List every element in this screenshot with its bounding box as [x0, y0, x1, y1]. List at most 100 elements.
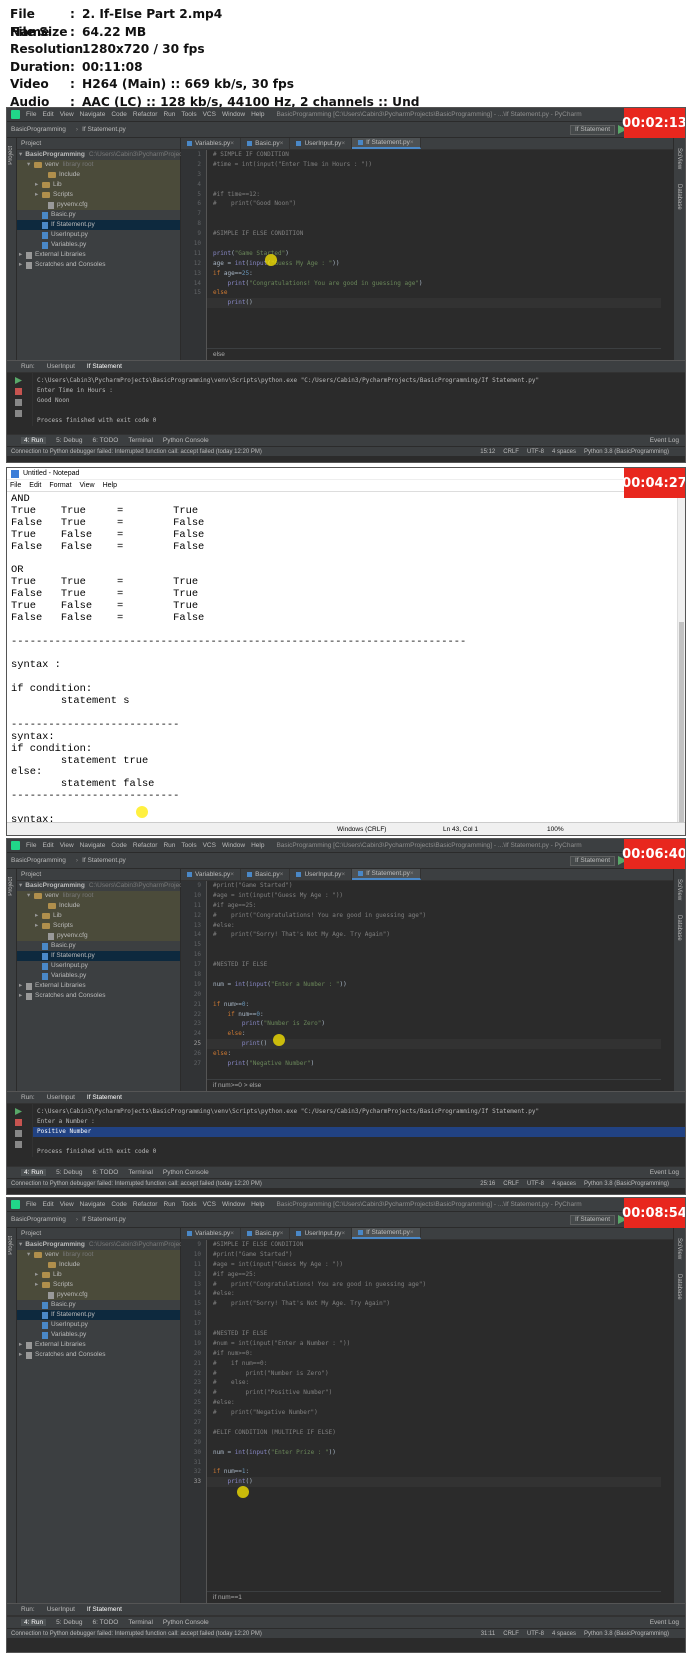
menu-refactor[interactable]: Refactor [133, 1201, 158, 1208]
run-configuration-select[interactable]: If Statement [569, 1215, 615, 1225]
breadcrumb-file[interactable]: If Statement.py [82, 857, 126, 864]
menu-refactor[interactable]: Refactor [133, 842, 158, 849]
notepad-scrollbar[interactable] [677, 492, 685, 822]
tree-file-userinput[interactable]: UserInput.py [17, 961, 180, 971]
pin-icon[interactable] [15, 399, 22, 406]
tree-expand-icon[interactable]: ▸ [19, 1350, 26, 1360]
close-icon[interactable]: × [410, 139, 414, 146]
close-icon[interactable]: × [341, 1230, 345, 1237]
tool-tab-terminal[interactable]: Terminal [128, 437, 153, 444]
tree-file-basic[interactable]: Basic.py [17, 1300, 180, 1310]
menu-vcs[interactable]: VCS [203, 111, 216, 118]
menu-format[interactable]: Format [49, 482, 71, 489]
code-editor[interactable]: Variables.py × Basic.py × UserInput.py × If… [181, 869, 673, 1091]
tree-file-basic[interactable]: Basic.py [17, 210, 180, 220]
tree-file-if-statement[interactable]: If Statement.py [17, 951, 180, 961]
menu-run[interactable]: Run [163, 1201, 175, 1208]
tool-window-database[interactable]: Database [676, 915, 682, 941]
tool-tab-todo[interactable]: 6: TODO [93, 1169, 119, 1176]
tree-scratches[interactable]: ▸ Scratches and Consoles [17, 260, 180, 270]
menu-help[interactable]: Help [103, 482, 117, 489]
tool-tab-debug[interactable]: 5: Debug [56, 437, 82, 444]
run-tab-userinput[interactable]: UserInput [47, 363, 75, 370]
tab-if-statement-py[interactable]: If Statement.py × [352, 869, 421, 880]
status-cursor-position[interactable]: 25:16 [480, 1181, 495, 1187]
run-configuration-select[interactable]: If Statement [569, 125, 615, 135]
status-item[interactable]: 4 spaces [552, 1181, 576, 1187]
event-log-button[interactable]: Event Log [650, 437, 679, 444]
tree-folder-scripts[interactable]: ▸ Scripts [17, 190, 180, 200]
close-icon[interactable]: × [341, 871, 345, 878]
tool-tab-todo[interactable]: 6: TODO [93, 437, 119, 444]
menu-edit[interactable]: Edit [42, 842, 53, 849]
tool-tab-debug[interactable]: 5: Debug [56, 1169, 82, 1176]
run-configuration-select[interactable]: If Statement [569, 856, 615, 866]
menu-view[interactable]: View [80, 482, 95, 489]
menu-edit[interactable]: Edit [29, 482, 41, 489]
event-log-button[interactable]: Event Log [650, 1619, 679, 1626]
tree-folder-scripts[interactable]: ▸ Scripts [17, 1280, 180, 1290]
code-area[interactable]: 9 #SIMPLE IF ELSE CONDITION 10 #print("Game… [194, 1240, 661, 1591]
code-editor[interactable]: Variables.py × Basic.py × UserInput.py × If… [181, 138, 673, 360]
tool-tab-python-console[interactable]: Python Console [163, 1169, 209, 1176]
menu-tools[interactable]: Tools [181, 842, 196, 849]
status-item[interactable]: UTF-8 [527, 1631, 544, 1637]
menu-navigate[interactable]: Navigate [80, 111, 106, 118]
run-tab-if-statement[interactable]: If Statement [87, 1606, 122, 1613]
console-output[interactable]: C:\Users\Cabin3\PycharmProjects\BasicPro… [33, 1104, 685, 1157]
tree-folder-venv[interactable]: ▾ venv library root [17, 160, 180, 170]
tree-expand-icon[interactable]: ▸ [19, 1340, 26, 1350]
status-cursor-position[interactable]: 31:11 [481, 1631, 496, 1637]
menu-help[interactable]: Help [251, 1201, 264, 1208]
tool-tab-debug[interactable]: 5: Debug [56, 1619, 82, 1626]
menu-view[interactable]: View [60, 111, 74, 118]
breadcrumb-file[interactable]: If Statement.py [82, 1216, 126, 1223]
tab-userinput-py[interactable]: UserInput.py × [290, 1228, 353, 1239]
tree-scratches[interactable]: ▸ Scratches and Consoles [17, 991, 180, 1001]
breadcrumb-project[interactable]: BasicProgramming [11, 1216, 66, 1223]
tab-basic-py[interactable]: Basic.py × [241, 869, 291, 880]
console-output[interactable]: C:\Users\Cabin3\PycharmProjects\BasicPro… [33, 373, 685, 426]
code-editor[interactable]: Variables.py × Basic.py × UserInput.py × If… [181, 1228, 673, 1603]
notepad-text-area[interactable]: AND True True = True False True = False Tru… [7, 492, 677, 835]
tree-folder-include[interactable]: Include [17, 1260, 180, 1270]
tool-window-sciview[interactable]: SciView [676, 1238, 682, 1259]
run-tab-userinput[interactable]: UserInput [47, 1094, 75, 1101]
code-area[interactable]: 1 # SIMPLE IF CONDITION 2 #time = int(input… [194, 150, 661, 348]
tree-expand-icon[interactable]: ▸ [19, 981, 26, 991]
menu-code[interactable]: Code [111, 1201, 127, 1208]
tree-external-libraries[interactable]: ▸ External Libraries [17, 981, 180, 991]
menu-tools[interactable]: Tools [181, 1201, 196, 1208]
menu-view[interactable]: View [60, 842, 74, 849]
breadcrumb-project[interactable]: BasicProgramming [11, 126, 66, 133]
tree-file-pyvenv[interactable]: pyvenv.cfg [17, 200, 180, 210]
tree-expand-icon[interactable]: ▾ [19, 150, 22, 160]
status-message[interactable]: Connection to Python debugger failed: In… [11, 449, 262, 455]
tree-file-variables[interactable]: Variables.py [17, 1330, 180, 1340]
tool-window-project[interactable]: Project [8, 877, 14, 896]
print-icon[interactable] [15, 1141, 22, 1148]
tool-window-database[interactable]: Database [676, 184, 682, 210]
status-message[interactable]: Connection to Python debugger failed: In… [11, 1181, 262, 1187]
tree-folder-lib[interactable]: ▸ Lib [17, 911, 180, 921]
menu-help[interactable]: Help [251, 842, 264, 849]
run-tab-if-statement[interactable]: If Statement [87, 1094, 122, 1101]
close-icon[interactable]: × [410, 870, 414, 877]
menu-code[interactable]: Code [111, 111, 127, 118]
tree-expand-icon[interactable]: ▸ [35, 911, 42, 921]
menu-edit[interactable]: Edit [42, 1201, 53, 1208]
status-item[interactable]: CRLF [503, 449, 519, 455]
editor-breadcrumb[interactable]: if num>=0 > else [207, 1079, 661, 1091]
tree-folder-venv[interactable]: ▾ venv library root [17, 1250, 180, 1260]
status-item[interactable]: Python 3.8 (BasicProgramming) [584, 449, 669, 455]
tree-folder-venv[interactable]: ▾ venv library root [17, 891, 180, 901]
event-log-button[interactable]: Event Log [650, 1169, 679, 1176]
menu-window[interactable]: Window [222, 842, 245, 849]
tree-file-variables[interactable]: Variables.py [17, 971, 180, 981]
tool-tab-todo[interactable]: 6: TODO [93, 1619, 119, 1626]
pin-icon[interactable] [15, 1130, 22, 1137]
status-cursor-position[interactable]: 15:12 [480, 449, 495, 455]
menu-file[interactable]: File [10, 482, 21, 489]
close-icon[interactable]: × [230, 871, 234, 878]
tab-if-statement-py[interactable]: If Statement.py × [352, 138, 421, 149]
